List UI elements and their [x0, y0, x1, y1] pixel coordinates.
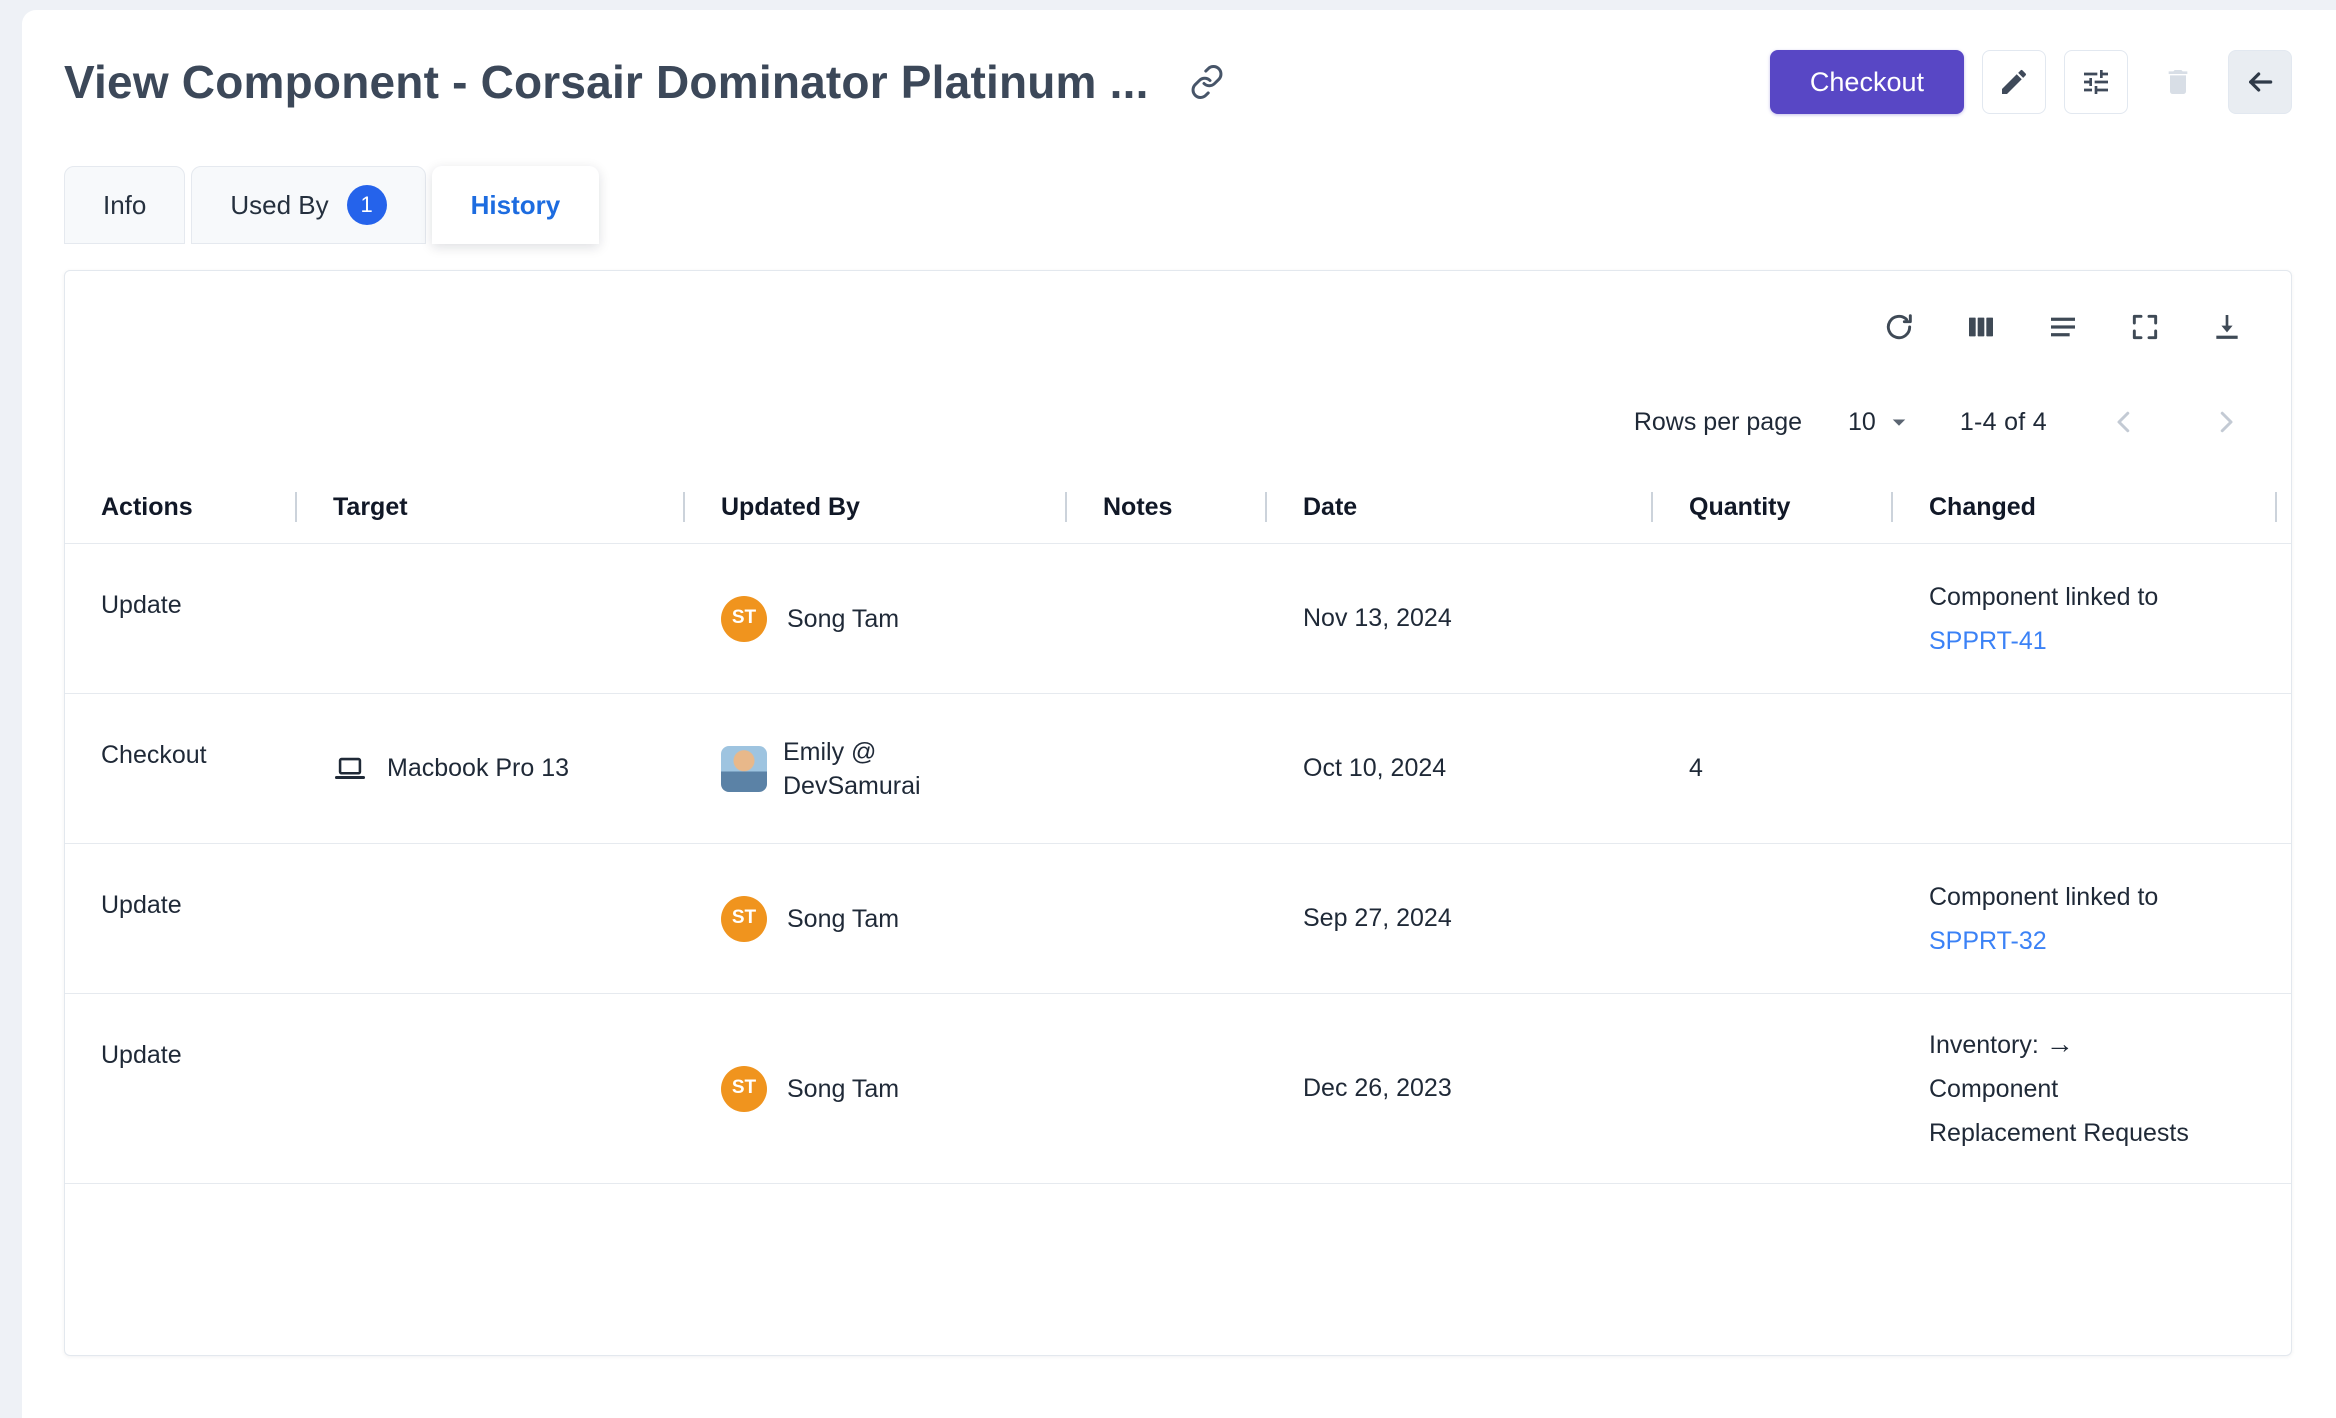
cell-updated-by: ST Song Tam	[685, 544, 1067, 693]
cell-changed: Component linked to SPPRT-32	[1893, 844, 2291, 993]
columns-icon[interactable]	[1965, 311, 1997, 343]
table-row[interactable]: Update ST Song Tam Sep 27, 2024 Componen…	[65, 843, 2291, 993]
back-button[interactable]	[2228, 50, 2292, 114]
target-name: Macbook Pro 13	[387, 751, 569, 786]
cell-updated-by: ST Song Tam	[685, 994, 1067, 1183]
next-page-button[interactable]	[2211, 407, 2241, 437]
avatar-initials: ST	[721, 896, 767, 942]
cell-updated-by: Emily @ DevSamurai	[685, 694, 1067, 843]
cell-target: Macbook Pro 13	[297, 694, 685, 843]
avatar-initials: ST	[721, 596, 767, 642]
table-row[interactable]: Update ST Song Tam Nov 13, 2024 Componen…	[65, 543, 2291, 693]
history-card: Rows per page 10 1-4 of 4 Actions Target	[64, 270, 2292, 1356]
table-header-row: Actions Target Updated By Notes Date Qua…	[65, 471, 2291, 543]
tab-bar: Info Used By 1 History	[64, 166, 2292, 244]
cell-action: Update	[65, 994, 297, 1183]
updated-by-name: Song Tam	[787, 902, 899, 936]
column-header-date[interactable]: Date	[1267, 471, 1653, 543]
used-by-count-badge: 1	[347, 185, 387, 225]
rows-per-page-value: 10	[1848, 408, 1876, 437]
page-title: View Component - Corsair Dominator Plati…	[64, 55, 1149, 109]
refresh-icon[interactable]	[1883, 311, 1915, 343]
pagination-bar: Rows per page 10 1-4 of 4	[65, 343, 2291, 471]
cell-updated-by: ST Song Tam	[685, 844, 1067, 993]
cell-changed	[1893, 694, 2291, 843]
cell-target	[297, 544, 685, 693]
table-row[interactable]: Update ST Song Tam Dec 26, 2023 Inventor…	[65, 993, 2291, 1183]
laptop-icon	[333, 752, 367, 786]
rows-per-page-select[interactable]: 10	[1848, 407, 1914, 437]
cell-notes	[1067, 694, 1267, 843]
column-header-notes[interactable]: Notes	[1067, 471, 1267, 543]
download-icon[interactable]	[2211, 311, 2243, 343]
tab-info-label: Info	[103, 190, 146, 221]
cell-date: Oct 10, 2024	[1267, 694, 1653, 843]
trash-icon	[2162, 66, 2194, 98]
edit-button[interactable]	[1982, 50, 2046, 114]
tab-history[interactable]: History	[432, 166, 600, 244]
table-row[interactable]: Checkout Macbook Pro 13 Emily @ DevSamur…	[65, 693, 2291, 843]
pencil-icon	[1998, 66, 2030, 98]
cell-quantity	[1653, 994, 1893, 1183]
cell-action: Checkout	[65, 694, 297, 843]
column-header-target[interactable]: Target	[297, 471, 685, 543]
column-header-actions[interactable]: Actions	[65, 471, 297, 543]
cell-notes	[1067, 544, 1267, 693]
cell-quantity	[1653, 844, 1893, 993]
rows-per-page-label: Rows per page	[1634, 408, 1802, 437]
main-panel: View Component - Corsair Dominator Plati…	[22, 10, 2336, 1418]
previous-page-button[interactable]	[2109, 407, 2139, 437]
cell-quantity	[1653, 544, 1893, 693]
updated-by-name: Song Tam	[787, 602, 899, 636]
grid-toolbar	[65, 271, 2291, 343]
column-header-quantity[interactable]: Quantity	[1653, 471, 1893, 543]
page-header: View Component - Corsair Dominator Plati…	[64, 50, 2292, 114]
cell-date: Dec 26, 2023	[1267, 994, 1653, 1183]
chevron-down-icon	[1884, 407, 1914, 437]
tab-used-by[interactable]: Used By 1	[191, 166, 425, 244]
fullscreen-icon[interactable]	[2129, 311, 2161, 343]
delete-button[interactable]	[2146, 50, 2210, 114]
checkout-button[interactable]: Checkout	[1770, 50, 1964, 114]
cell-target	[297, 994, 685, 1183]
changed-link[interactable]: SPPRT-32	[1929, 927, 2047, 955]
column-header-changed[interactable]: Changed	[1893, 471, 2291, 543]
cell-changed: Inventory: → Component Replacement Reque…	[1893, 994, 2291, 1183]
avatar-initials: ST	[721, 1066, 767, 1112]
arrow-right-icon: →	[2046, 1028, 2074, 1059]
column-header-updated-by[interactable]: Updated By	[685, 471, 1067, 543]
header-actions: Checkout	[1770, 50, 2292, 114]
back-arrow-icon	[2244, 66, 2276, 98]
settings-button[interactable]	[2064, 50, 2128, 114]
tab-used-by-label: Used By	[230, 190, 328, 221]
updated-by-name: Emily @ DevSamurai	[783, 735, 943, 803]
tab-info[interactable]: Info	[64, 166, 185, 244]
cell-quantity: 4	[1653, 694, 1893, 843]
pagination-range: 1-4 of 4	[1960, 408, 2047, 437]
cell-notes	[1067, 844, 1267, 993]
cell-action: Update	[65, 544, 297, 693]
cell-changed: Component linked to SPPRT-41	[1893, 544, 2291, 693]
cell-action: Update	[65, 844, 297, 993]
cell-notes	[1067, 994, 1267, 1183]
cell-target	[297, 844, 685, 993]
table-end-divider	[65, 1183, 2291, 1184]
copy-link-icon[interactable]	[1189, 64, 1225, 100]
avatar-photo	[721, 746, 767, 792]
density-icon[interactable]	[2047, 311, 2079, 343]
sliders-icon	[2080, 66, 2112, 98]
cell-date: Sep 27, 2024	[1267, 844, 1653, 993]
cell-date: Nov 13, 2024	[1267, 544, 1653, 693]
tab-history-label: History	[471, 190, 561, 221]
updated-by-name: Song Tam	[787, 1072, 899, 1106]
changed-link[interactable]: SPPRT-41	[1929, 627, 2047, 655]
